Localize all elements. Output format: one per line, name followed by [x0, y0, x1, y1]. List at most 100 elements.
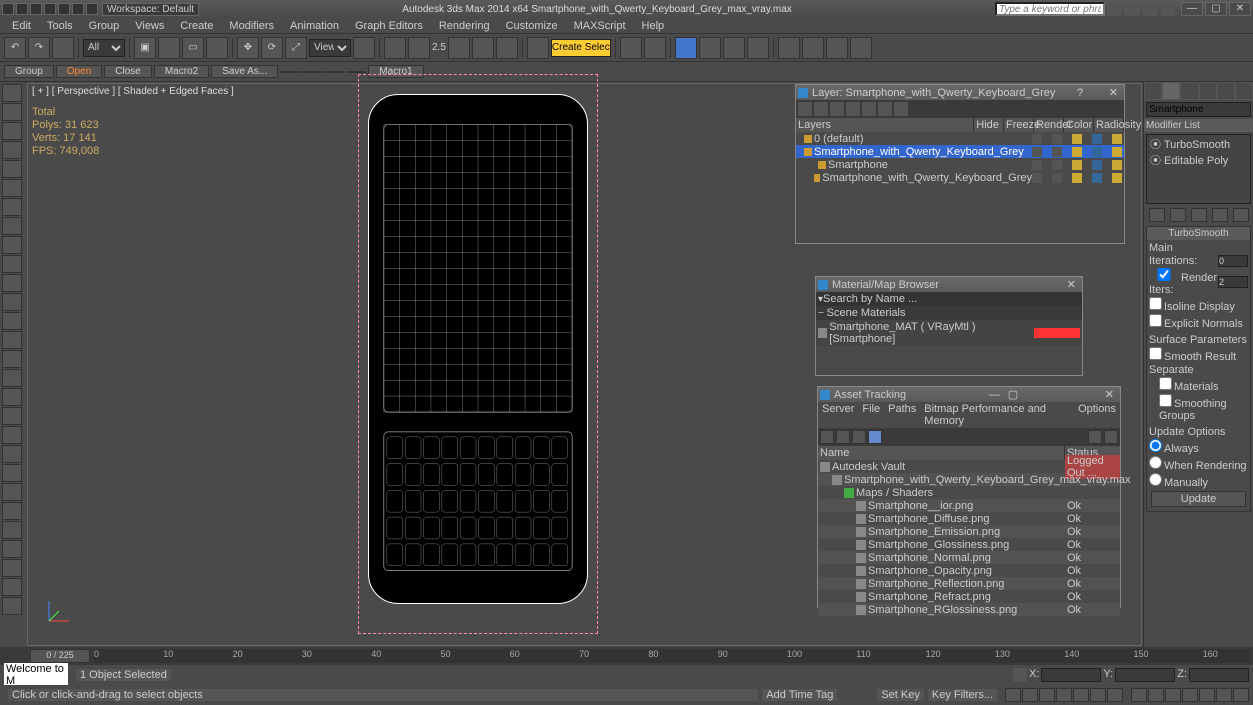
isoline-checkbox[interactable]: [1149, 297, 1162, 310]
left-tool-7[interactable]: [2, 217, 22, 235]
macro-btn8[interactable]: [346, 71, 366, 73]
left-tool-22[interactable]: [2, 502, 22, 520]
asset-prompt-button[interactable]: [1104, 430, 1118, 444]
asset-table-button[interactable]: [852, 430, 866, 444]
macro-btn7[interactable]: [324, 71, 344, 73]
favorites-icon[interactable]: [1143, 2, 1157, 16]
left-tool-16[interactable]: [2, 388, 22, 406]
color-swatch[interactable]: [1092, 147, 1102, 157]
update-button[interactable]: Update: [1151, 491, 1246, 507]
fov-button[interactable]: [1182, 688, 1198, 702]
modifier-item[interactable]: ⦿ Editable Poly: [1148, 152, 1249, 168]
layers-button[interactable]: [675, 37, 697, 59]
freeze-unfreeze-button[interactable]: [894, 102, 908, 116]
maxscript-listener[interactable]: Welcome to M: [4, 663, 68, 687]
menu-rendering[interactable]: Rendering: [431, 20, 498, 32]
macro-btn6[interactable]: [302, 71, 322, 73]
hide-toggle[interactable]: [1032, 147, 1042, 157]
snap-spinner[interactable]: 2.5: [432, 42, 446, 53]
mat-search-input[interactable]: ▾ Search by Name ...: [816, 292, 1082, 306]
play-button[interactable]: [1039, 688, 1055, 702]
curve-editor-button[interactable]: [699, 37, 721, 59]
align-button[interactable]: [644, 37, 666, 59]
left-tool-25[interactable]: [2, 559, 22, 577]
asset-menu-server[interactable]: Server: [822, 403, 854, 427]
left-tool-26[interactable]: [2, 578, 22, 596]
left-tool-20[interactable]: [2, 464, 22, 482]
menu-animation[interactable]: Animation: [282, 20, 347, 32]
asset-row[interactable]: Smartphone_Normal.pngOk: [818, 551, 1120, 564]
left-tool-6[interactable]: [2, 198, 22, 216]
left-tool-18[interactable]: [2, 426, 22, 444]
display-tab[interactable]: [1217, 82, 1235, 100]
menu-views[interactable]: Views: [127, 20, 172, 32]
menu-graph-editors[interactable]: Graph Editors: [347, 20, 431, 32]
zoom-button[interactable]: [1148, 688, 1164, 702]
window-crossing-button[interactable]: [206, 37, 228, 59]
workspace-dropdown[interactable]: Workspace: Default: [102, 3, 199, 16]
macro-btn5[interactable]: [280, 71, 300, 73]
show-end-button[interactable]: [1170, 208, 1186, 222]
render-toggle[interactable]: [1072, 160, 1082, 170]
select-layer-button[interactable]: [846, 102, 860, 116]
asset-row[interactable]: Smartphone__ior.pngOk: [818, 499, 1120, 512]
minimize-button[interactable]: —: [1181, 2, 1203, 16]
when-rendering-radio[interactable]: [1149, 456, 1162, 469]
close-button[interactable]: ✕: [1229, 2, 1251, 16]
next-frame-button[interactable]: [1056, 688, 1072, 702]
named-selection-dropdown[interactable]: [551, 39, 611, 57]
select-rect-button[interactable]: ▭: [182, 37, 204, 59]
smartphone-mesh[interactable]: [368, 94, 608, 624]
menu-modifiers[interactable]: Modifiers: [221, 20, 282, 32]
freeze-toggle[interactable]: [1052, 147, 1062, 157]
macro-group[interactable]: Group: [4, 65, 54, 78]
z-input[interactable]: [1189, 668, 1249, 682]
zoom-all-button[interactable]: [1165, 688, 1181, 702]
asset-menu-file[interactable]: File: [862, 403, 880, 427]
select-button[interactable]: ▣: [134, 37, 156, 59]
manipulate-button[interactable]: [384, 37, 406, 59]
left-tool-1[interactable]: [2, 103, 22, 121]
asset-row[interactable]: Smartphone_Diffuse.pngOk: [818, 512, 1120, 525]
asset-menu-options[interactable]: Options: [1078, 403, 1116, 427]
asset-close-button[interactable]: ✕: [1101, 388, 1118, 401]
left-tool-24[interactable]: [2, 540, 22, 558]
unique-button[interactable]: [1191, 208, 1207, 222]
add-to-layer-button[interactable]: [830, 102, 844, 116]
menu-maxscript[interactable]: MAXScript: [566, 20, 634, 32]
smooth-result-checkbox[interactable]: [1149, 347, 1162, 360]
scale-button[interactable]: ⤢: [285, 37, 307, 59]
asset-row[interactable]: Smartphone_Emission.pngOk: [818, 525, 1120, 538]
material-item[interactable]: Smartphone_MAT ( VRayMtl ) [Smartphone]: [816, 320, 1082, 346]
redo-button[interactable]: ↷: [28, 37, 50, 59]
render-button[interactable]: [826, 37, 848, 59]
save-icon[interactable]: [44, 3, 56, 15]
render-toggle[interactable]: [1072, 147, 1082, 157]
render-iters-spinner[interactable]: [1218, 276, 1248, 288]
left-tool-15[interactable]: [2, 369, 22, 387]
hide-toggle[interactable]: [1032, 173, 1042, 183]
key-mode-button[interactable]: [1090, 688, 1106, 702]
spinner-snap-button[interactable]: [496, 37, 518, 59]
left-tool-19[interactable]: [2, 445, 22, 463]
hide-unhide-button[interactable]: [878, 102, 892, 116]
create-tab[interactable]: [1144, 82, 1162, 100]
rollout-header[interactable]: TurboSmooth: [1147, 227, 1250, 240]
scene-materials-group[interactable]: − Scene Materials: [816, 306, 1082, 320]
asset-row[interactable]: Smartphone_Glossiness.pngOk: [818, 538, 1120, 551]
delete-layer-button[interactable]: [814, 102, 828, 116]
left-tool-3[interactable]: [2, 141, 22, 159]
set-key-button[interactable]: Set Key: [877, 689, 924, 701]
layer-row[interactable]: Smartphone_with_Qwerty_Keyboard_Grey: [796, 145, 1124, 158]
layer-panel[interactable]: Layer: Smartphone_with_Qwerty_Keyboard_G…: [795, 84, 1125, 244]
macro-macro2[interactable]: Macro2: [154, 65, 209, 78]
open-icon[interactable]: [30, 3, 42, 15]
snap-angle-button[interactable]: [448, 37, 470, 59]
modify-tab[interactable]: [1162, 82, 1180, 100]
freeze-toggle[interactable]: [1052, 173, 1062, 183]
left-tool-23[interactable]: [2, 521, 22, 539]
layer-help-button[interactable]: ?: [1073, 87, 1087, 99]
asset-view-button[interactable]: [868, 430, 882, 444]
zoom-extents-button[interactable]: [1199, 688, 1215, 702]
rotate-button[interactable]: ⟳: [261, 37, 283, 59]
